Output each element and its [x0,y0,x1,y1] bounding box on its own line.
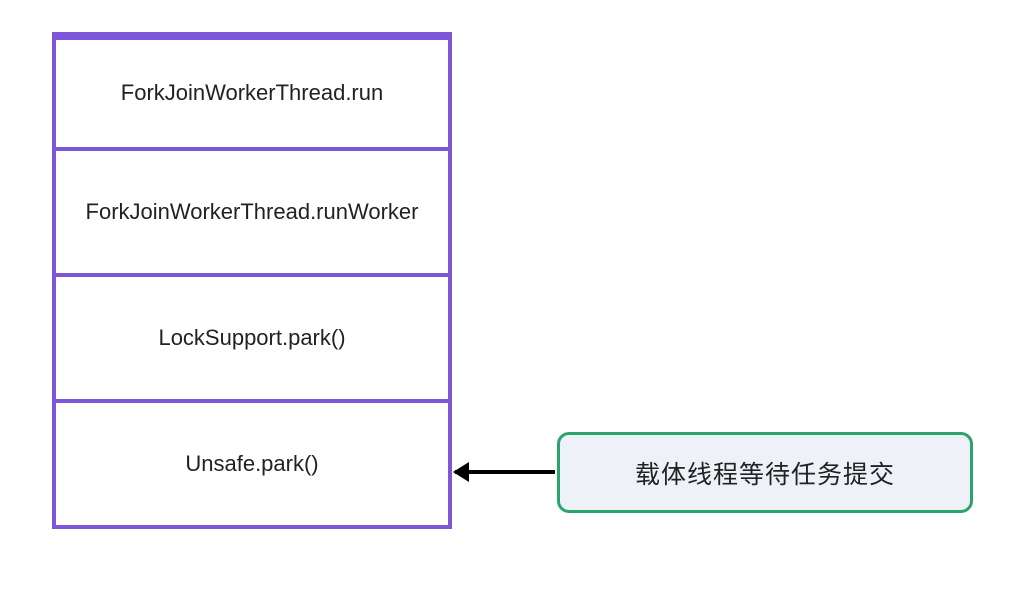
stack-frame-label: LockSupport.park() [158,323,345,354]
annotation-box: 载体线程等待任务提交 [557,432,973,513]
stack-frame-label: ForkJoinWorkerThread.run [121,78,383,109]
annotation-label: 载体线程等待任务提交 [635,455,895,491]
stack-frame-label: Unsafe.park() [185,449,318,480]
stack-frame-1: ForkJoinWorkerThread.run [52,36,452,151]
arrow-icon [455,470,555,474]
stack-frame-label: ForkJoinWorkerThread.runWorker [86,197,419,228]
call-stack: ForkJoinWorkerThread.run ForkJoinWorkerT… [52,32,452,529]
stack-frame-2: ForkJoinWorkerThread.runWorker [52,147,452,277]
stack-frame-4: Unsafe.park() [52,399,452,529]
stack-frame-3: LockSupport.park() [52,273,452,403]
